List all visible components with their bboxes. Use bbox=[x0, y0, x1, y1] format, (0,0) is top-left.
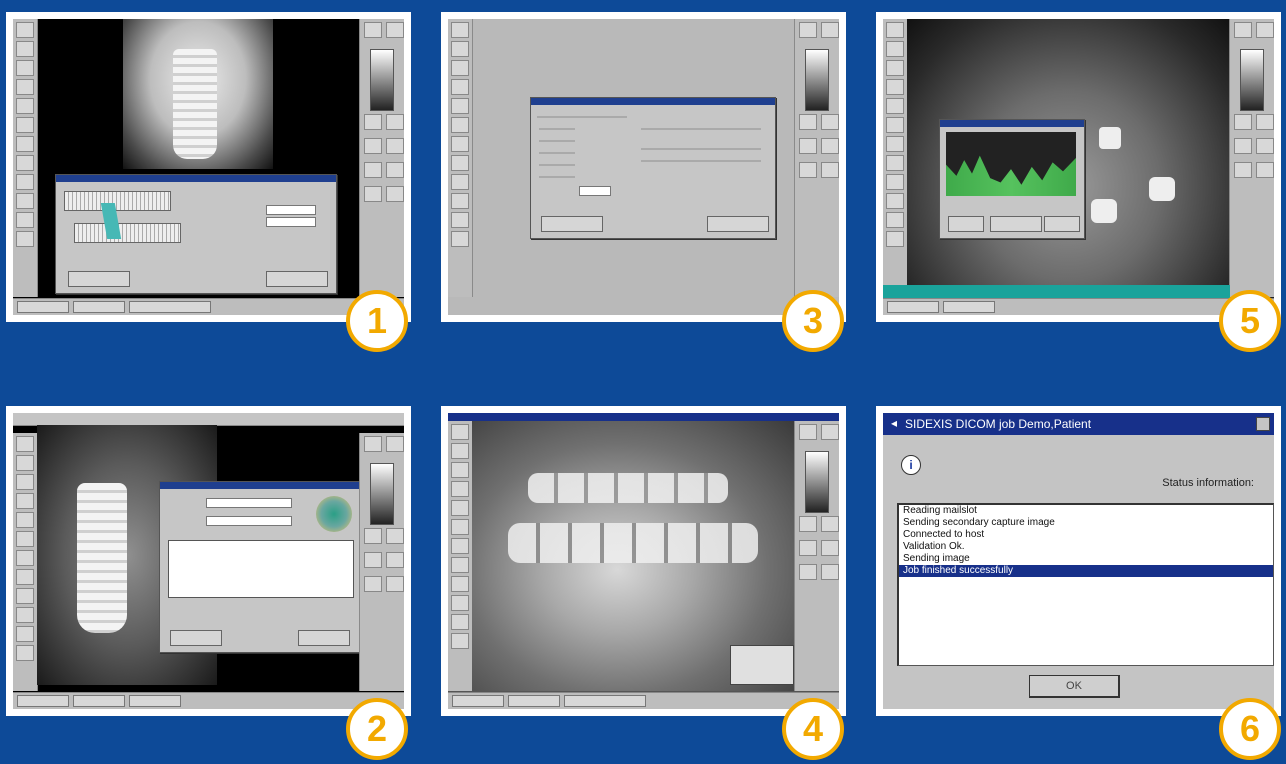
log-entry[interactable]: Sending secondary capture image bbox=[899, 517, 1273, 529]
panel-5 bbox=[876, 12, 1281, 322]
cancel-button[interactable] bbox=[266, 271, 328, 287]
implant-database-dialog bbox=[159, 481, 361, 653]
ok-button[interactable]: OK bbox=[1029, 675, 1120, 698]
step-badge-6: 6 bbox=[1219, 698, 1281, 760]
log-entry[interactable]: Connected to host bbox=[899, 529, 1273, 541]
right-toolbar bbox=[1229, 19, 1274, 297]
close-icon[interactable] bbox=[1256, 417, 1270, 431]
dialog-title: SIDEXIS DICOM job Demo,Patient bbox=[905, 417, 1092, 431]
right-toolbar bbox=[794, 421, 839, 691]
right-toolbar bbox=[794, 19, 839, 297]
thumbnail-preview[interactable] bbox=[730, 645, 794, 685]
ok-button[interactable] bbox=[170, 630, 222, 646]
left-toolbar bbox=[448, 421, 473, 691]
screenshot-implant-measurement bbox=[13, 19, 404, 315]
measurement-dialog bbox=[55, 174, 337, 294]
panel-2 bbox=[6, 406, 411, 716]
right-toolbar bbox=[359, 19, 404, 297]
ok-button[interactable] bbox=[541, 216, 603, 232]
info-icon: i bbox=[901, 455, 921, 475]
log-entry[interactable]: Reading mailslot bbox=[899, 505, 1273, 517]
log-entry-selected[interactable]: Job finished successfully bbox=[899, 565, 1273, 577]
log-entry[interactable]: Sending image bbox=[899, 553, 1273, 565]
dialog-titlebar: ◂ SIDEXIS DICOM job Demo,Patient bbox=[883, 413, 1274, 435]
right-toolbar bbox=[359, 433, 404, 691]
step-badge-4: 4 bbox=[782, 698, 844, 760]
taskbar bbox=[883, 298, 1274, 315]
step-badge-5: 5 bbox=[1219, 290, 1281, 352]
taskbar bbox=[13, 298, 404, 315]
panel-3 bbox=[441, 12, 846, 322]
log-entry[interactable]: Validation Ok. bbox=[899, 541, 1273, 553]
taskbar bbox=[13, 692, 404, 709]
left-toolbar bbox=[13, 19, 38, 297]
screenshot-jaw-xray bbox=[448, 413, 839, 709]
step-badge-1: 1 bbox=[346, 290, 408, 352]
dicom-job-dialog: ◂ SIDEXIS DICOM job Demo,Patient i Statu… bbox=[883, 413, 1274, 709]
status-log-list[interactable]: Reading mailslot Sending secondary captu… bbox=[897, 503, 1274, 666]
status-label: Status information: bbox=[1162, 477, 1254, 489]
step-badge-2: 2 bbox=[346, 698, 408, 760]
taskbar bbox=[448, 692, 839, 709]
taskbar-strip bbox=[883, 285, 1230, 299]
left-toolbar bbox=[13, 433, 38, 691]
screenshot-settings bbox=[448, 19, 839, 315]
implant-image bbox=[173, 49, 217, 159]
panel-1 bbox=[6, 12, 411, 322]
panel-4 bbox=[441, 406, 846, 716]
panel-6: ◂ SIDEXIS DICOM job Demo,Patient i Statu… bbox=[876, 406, 1281, 716]
screenshot-panoramic bbox=[883, 19, 1274, 315]
left-toolbar bbox=[883, 19, 908, 297]
app-icon: ◂ bbox=[891, 416, 898, 430]
step-badge-3: 3 bbox=[782, 290, 844, 352]
density-dialog bbox=[939, 119, 1085, 239]
ok-button[interactable] bbox=[68, 271, 130, 287]
screenshot-implant-database bbox=[13, 413, 404, 709]
left-toolbar bbox=[448, 19, 473, 297]
settings-dialog bbox=[530, 97, 776, 239]
cancel-button[interactable] bbox=[707, 216, 769, 232]
cancel-button[interactable] bbox=[298, 630, 350, 646]
